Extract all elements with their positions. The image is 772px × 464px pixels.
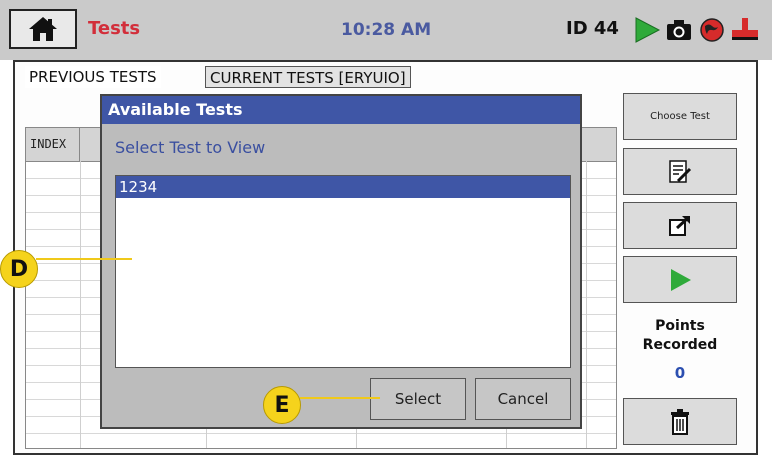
choose-test-button[interactable]: Choose Test	[623, 93, 737, 140]
column-divider	[586, 161, 587, 448]
list-item[interactable]: 1234	[116, 176, 570, 198]
select-button[interactable]: Select	[370, 378, 466, 420]
run-test-button[interactable]	[623, 256, 737, 303]
callout-d: D	[0, 250, 38, 288]
globe-icon[interactable]	[700, 18, 724, 42]
export-icon	[669, 215, 691, 236]
points-recorded-label: Points Recorded	[642, 318, 718, 353]
dialog-title: Available Tests	[102, 96, 580, 124]
play-icon[interactable]	[633, 16, 661, 44]
available-tests-dialog: Available Tests Select Test to View 1234…	[100, 94, 582, 429]
dialog-prompt: Select Test to View	[115, 138, 266, 157]
home-icon	[29, 17, 57, 41]
device-id: ID 44	[566, 18, 619, 39]
tab-previous-tests[interactable]: PREVIOUS TESTS	[25, 66, 161, 88]
top-bar: Tests 10:28 AM ID 44	[0, 0, 772, 60]
camera-icon[interactable]	[666, 19, 692, 41]
trash-icon	[671, 408, 689, 435]
test-list[interactable]: 1234	[115, 175, 571, 368]
export-button[interactable]	[623, 202, 737, 249]
points-recorded-value: 0	[674, 364, 686, 382]
clock: 10:28 AM	[341, 20, 432, 40]
column-header-index[interactable]: INDEX	[26, 128, 80, 161]
play-icon	[671, 268, 691, 291]
report-button[interactable]	[623, 148, 737, 195]
valve-icon[interactable]	[730, 16, 760, 44]
callout-line-e	[300, 397, 380, 399]
callout-line-d	[36, 258, 132, 260]
choose-test-label: Choose Test	[650, 111, 710, 122]
screen-title: Tests	[88, 18, 141, 39]
report-edit-icon	[669, 159, 692, 183]
tests-screen: Tests 10:28 AM ID 44 PREVIOUS TESTS CURR…	[0, 0, 772, 464]
tab-current-tests[interactable]: CURRENT TESTS [ERYUIO]	[205, 66, 411, 88]
column-divider	[80, 161, 81, 448]
callout-e: E	[263, 386, 301, 424]
cancel-button[interactable]: Cancel	[475, 378, 571, 420]
home-button[interactable]	[9, 9, 77, 49]
delete-button[interactable]	[623, 398, 737, 445]
